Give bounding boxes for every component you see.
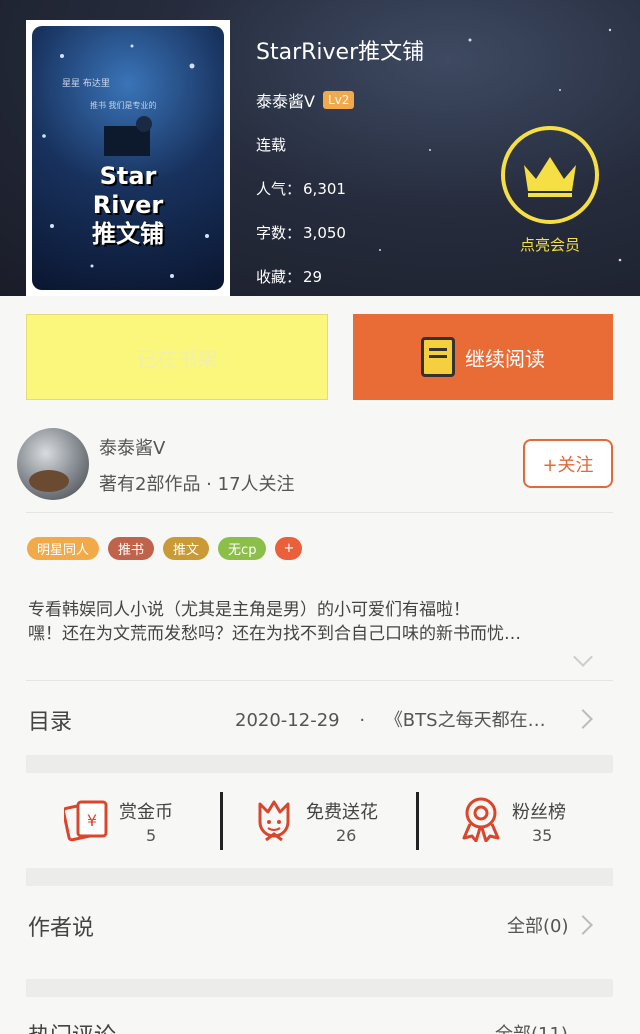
fan-ranking-label: 粉丝榜 (512, 802, 566, 823)
cover-title-line: River (92, 191, 164, 219)
word-count-stat: 字数： 3,050 (256, 222, 346, 243)
book-author[interactable]: 泰泰酱V (256, 88, 315, 112)
section-gap (26, 979, 613, 997)
flower-icon (258, 800, 290, 842)
favorites-label: 收藏： (256, 268, 302, 286)
favorites-value: 29 (303, 268, 323, 286)
free-flowers-label: 免费送花 (306, 802, 378, 823)
hot-comments-label: 热门评论 (28, 1018, 116, 1034)
chevron-right-icon[interactable] (573, 915, 593, 935)
cover-sparkles (42, 44, 209, 278)
fan-ranking-value: 35 (532, 826, 553, 845)
latest-chapter: 《BTS之每天都在… (384, 710, 546, 731)
in-bookshelf-button[interactable]: 已在书架 (26, 314, 328, 400)
book-title: StarRiver推文铺 (256, 40, 425, 65)
divider (26, 680, 613, 681)
word-count-value: 3,050 (303, 224, 346, 242)
level-badge: Lv2 (322, 91, 355, 109)
free-flowers-stat[interactable]: 免费送花 26 (254, 790, 424, 850)
vip-circle (501, 126, 599, 224)
book-header: 星星 布达里 推书 我们是专业的 Star River 推文铺 StarRive… (0, 0, 640, 296)
cover-title-line: 推文铺 (92, 220, 164, 248)
cover-art: 星星 布达里 推书 我们是专业的 Star River 推文铺 (32, 26, 224, 290)
reward-coins-label: 赏金币 (119, 802, 173, 823)
section-gap (26, 755, 613, 773)
author-name[interactable]: 泰泰酱V (99, 434, 165, 460)
author-says-all-link[interactable]: 全部(0) (507, 912, 569, 938)
popularity-stat: 人气： 6,301 (256, 178, 346, 199)
free-flowers-value: 26 (336, 826, 357, 845)
red-envelope-icon: ¥ (64, 800, 108, 842)
continue-reading-button[interactable]: 继续阅读 (353, 314, 613, 400)
tag-list: 明星同人 推书 推文 无cp + (27, 537, 303, 560)
book-cover[interactable]: 星星 布达里 推书 我们是专业的 Star River 推文铺 (26, 20, 230, 296)
add-tag-button[interactable]: + (275, 537, 303, 560)
chevron-right-icon[interactable] (573, 709, 593, 729)
book-author-row[interactable]: 泰泰酱V Lv2 (256, 88, 355, 112)
book-icon (421, 337, 455, 377)
hot-comments-all-link[interactable]: 全部(11) (495, 1020, 568, 1034)
tag-chip[interactable]: 推书 (108, 537, 155, 560)
stat-separator (416, 792, 419, 850)
vip-label: 点亮会员 (519, 236, 580, 254)
section-gap (26, 868, 613, 886)
favorites-stat: 收藏： 29 (256, 266, 322, 287)
catalog-date: 2020-12-29 (235, 710, 340, 731)
svg-text:¥: ¥ (87, 811, 97, 830)
cover-small-text-1: 星星 布达里 (62, 79, 110, 89)
cover-title: Star River 推文铺 (32, 162, 224, 249)
author-says-label: 作者说 (28, 916, 95, 941)
follow-button[interactable]: +关注 (523, 439, 613, 488)
stat-separator (220, 792, 223, 850)
catalog-label[interactable]: 目录 (28, 704, 72, 736)
tag-chip[interactable]: 无cp (218, 537, 267, 560)
crown-icon (524, 157, 576, 197)
word-count-label: 字数： (256, 224, 302, 242)
expand-chevron-icon[interactable] (573, 647, 593, 667)
book-status: 连载 (256, 136, 287, 154)
reward-coins-stat[interactable]: ¥ 赏金币 5 (64, 790, 234, 850)
tag-chip[interactable]: 明星同人 (27, 537, 100, 560)
catalog-latest[interactable]: 2020-12-29 · 《BTS之每天都在… (235, 706, 561, 732)
avatar-guitar (29, 470, 69, 492)
cover-small-text-2: 推书 我们是专业的 (90, 101, 157, 110)
intro-line: 专看韩娱同人小说（尤其是主角是男）的小可爱们有福啦！ (28, 600, 470, 620)
catalog-separator: · (359, 710, 366, 731)
book-intro[interactable]: 专看韩娱同人小说（尤其是主角是男）的小可爱们有福啦！ 嘿！还在为文荒而发愁吗？还… (28, 598, 613, 646)
fan-ranking-stat[interactable]: 粉丝榜 35 (460, 790, 630, 850)
popularity-label: 人气： (256, 180, 302, 198)
intro-line: 嘿！还在为文荒而发愁吗？还在为找不到合自己口味的新书而忧… (28, 624, 521, 644)
medal-icon (462, 797, 500, 842)
popularity-value: 6,301 (303, 180, 346, 198)
reward-coins-value: 5 (146, 826, 157, 845)
divider (26, 512, 613, 513)
vip-button[interactable]: 点亮会员 (500, 126, 600, 255)
tag-chip[interactable]: 推文 (163, 537, 210, 560)
continue-reading-label: 继续阅读 (465, 346, 545, 371)
author-stats: 著有2部作品 · 17人关注 (99, 474, 295, 495)
cover-title-line: Star (99, 162, 157, 190)
author-avatar[interactable] (17, 428, 89, 500)
